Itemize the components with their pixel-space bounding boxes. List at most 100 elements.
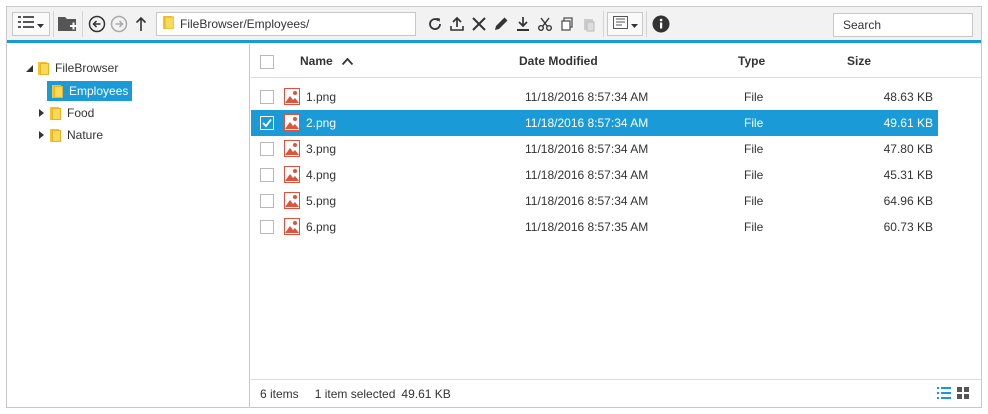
search-input[interactable] [833,13,973,37]
image-file-icon [284,114,300,131]
new-folder-icon [58,16,78,32]
tree-item-label: Food [67,106,95,120]
file-date: 11/18/2016 8:57:34 AM [525,194,649,208]
column-header-name[interactable]: Name [300,54,354,68]
column-header-date[interactable]: Date Modified [519,54,598,68]
upload-icon [449,16,465,32]
row-checkbox[interactable] [260,90,274,104]
file-size: 49.61 KB [883,116,933,130]
file-name: 1.png [306,90,337,104]
caret-down-icon [630,17,638,31]
file-type: File [744,90,764,104]
cut-button[interactable] [534,11,556,37]
file-type: File [744,168,764,182]
list-view-icon[interactable] [937,387,951,402]
close-icon [471,16,487,32]
up-button[interactable] [130,11,152,37]
grid-header: Name Date Modified Type Size [251,44,981,78]
file-size: 45.31 KB [883,168,933,182]
toolbar-divider [53,10,54,37]
download-button[interactable] [512,11,534,37]
row-checkbox[interactable] [260,116,274,130]
file-type: File [744,194,764,208]
arrow-left-circle-icon [88,15,106,33]
pencil-icon [493,16,509,32]
file-name: 6.png [306,220,337,234]
file-date: 11/18/2016 8:57:34 AM [525,168,649,182]
back-button[interactable] [86,11,108,37]
table-row[interactable]: 5.png 11/18/2016 8:57:34 AM File 64.96 KB [251,188,938,214]
file-type: File [744,142,764,156]
download-icon [515,16,531,32]
file-size: 47.80 KB [883,142,933,156]
select-all-checkbox[interactable] [260,55,274,69]
file-name: 3.png [306,142,337,156]
paste-icon [581,16,597,32]
file-date: 11/18/2016 8:57:34 AM [525,116,649,130]
row-checkbox[interactable] [260,142,274,156]
toolbar: FileBrowser/Employees/ [7,7,981,43]
column-header-size[interactable]: Size [847,54,871,68]
collapsed-arrow-icon[interactable] [35,109,47,117]
details-view-icon [18,16,34,31]
row-checkbox[interactable] [260,220,274,234]
table-row[interactable]: 2.png 11/18/2016 8:57:34 AM File 49.61 KB [251,110,938,136]
tree-item-label: Employees [69,84,129,98]
table-row[interactable]: 3.png 11/18/2016 8:57:34 AM File 47.80 KB [251,136,938,162]
toolbar-divider [603,10,604,37]
column-header-type[interactable]: Type [738,54,765,68]
tree-item-selection: Employees [47,81,133,101]
folder-icon [38,61,49,75]
file-grid: Name Date Modified Type Size 1.png 11/18/… [251,44,981,379]
view-switcher [937,387,969,402]
info-icon [652,15,670,33]
expanded-arrow-icon[interactable] [23,64,35,72]
file-manager: FileBrowser/Employees/ Search FileBrowse… [6,6,982,408]
tree-item-employees[interactable]: Employees [35,81,133,101]
image-file-icon [284,192,300,209]
table-row[interactable]: 4.png 11/18/2016 8:57:34 AM File 45.31 KB [251,162,938,188]
arrow-right-circle-icon [110,15,128,33]
collapsed-arrow-icon[interactable] [35,131,47,139]
file-size: 64.96 KB [883,194,933,208]
paste-button[interactable] [578,11,600,37]
row-checkbox[interactable] [260,194,274,208]
table-row[interactable]: 6.png 11/18/2016 8:57:35 AM File 60.73 KB [251,214,938,240]
column-header-label: Name [300,54,333,68]
folder-icon [50,128,61,142]
delete-button[interactable] [468,11,490,37]
status-bar: 6 items 1 item selected 49.61 KB [251,379,981,407]
layout-menu-button[interactable] [12,11,50,36]
table-row[interactable]: 1.png 11/18/2016 8:57:34 AM File 48.63 KB [251,84,938,110]
file-name: 2.png [306,116,337,130]
details-button[interactable] [650,11,672,37]
tree-item-nature[interactable]: Nature [35,125,103,145]
address-bar[interactable]: FileBrowser/Employees/ [156,11,416,36]
image-file-icon [284,88,300,105]
tree-item-filebrowser[interactable]: FileBrowser [23,58,118,78]
arrow-up-icon [135,16,147,32]
forward-button[interactable] [108,11,130,37]
file-type: File [744,116,764,130]
image-file-icon [284,140,300,157]
toolbar-divider [646,10,647,37]
item-count: 6 items [260,386,299,401]
grid-view-icon[interactable] [957,387,969,402]
refresh-button[interactable] [424,11,446,37]
new-folder-button[interactable] [57,11,79,37]
tree-item-food[interactable]: Food [35,103,94,123]
file-date: 11/18/2016 8:57:34 AM [525,142,649,156]
file-name: 5.png [306,194,337,208]
rename-button[interactable] [490,11,512,37]
image-file-icon [284,166,300,183]
file-size: 60.73 KB [883,220,933,234]
upload-button[interactable] [446,11,468,37]
sort-ascending-icon [341,54,354,68]
sort-by-button[interactable] [607,11,643,36]
tree-item-label: Nature [67,128,104,142]
address-path: FileBrowser/Employees/ [180,16,310,31]
tree-item-label: FileBrowser [55,61,119,75]
row-checkbox[interactable] [260,168,274,182]
copy-button[interactable] [556,11,578,37]
folder-icon [52,84,63,98]
